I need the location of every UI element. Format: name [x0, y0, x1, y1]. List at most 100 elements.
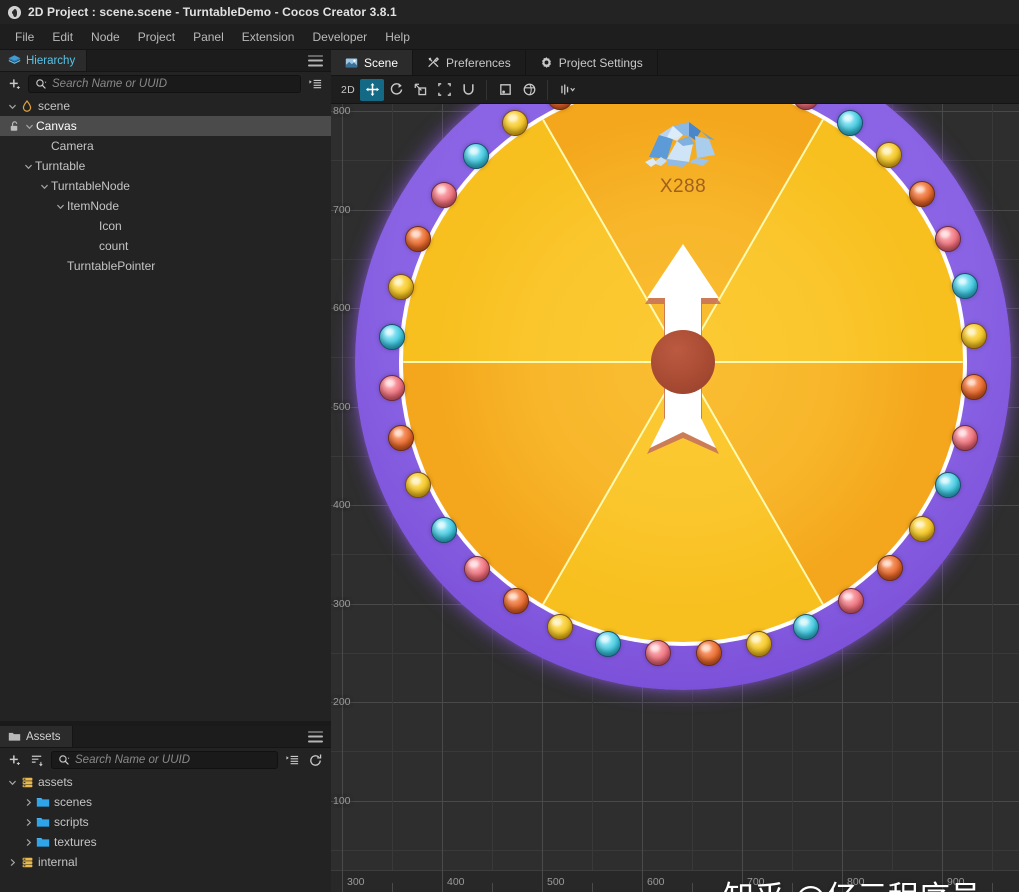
mode-2d-button[interactable]: 2D [336, 79, 360, 101]
chevron-right-icon[interactable] [6, 856, 19, 869]
tab-hierarchy[interactable]: Hierarchy [0, 50, 88, 71]
layers-icon [8, 54, 21, 67]
toolbar-divider [486, 79, 487, 100]
turntable-bulb [837, 588, 864, 615]
magnet-tool-button[interactable] [456, 79, 480, 101]
tree-item-assets[interactable]: assets [0, 772, 331, 792]
tree-item-itemnode[interactable]: ItemNode [0, 196, 331, 216]
tree-item-canvas[interactable]: Canvas [0, 116, 331, 136]
chevron-down-icon[interactable] [23, 120, 36, 133]
menu-item-project[interactable]: Project [129, 27, 184, 47]
menu-item-file[interactable]: File [6, 27, 43, 47]
scene-panel-column: Scene Preferences Project Settings 2D X2… [331, 50, 1019, 892]
tree-item-internal[interactable]: internal [0, 852, 331, 872]
search-icon [35, 78, 47, 90]
assets-search-input[interactable] [75, 754, 271, 766]
turntable-bulb [952, 424, 979, 451]
turntable-pointer[interactable] [623, 242, 743, 482]
chevron-down-icon[interactable] [22, 160, 35, 173]
turntable-bulb [793, 613, 820, 640]
tree-item-scene[interactable]: scene [0, 96, 331, 116]
menu-item-panel[interactable]: Panel [184, 27, 233, 47]
tree-filter-icon[interactable] [306, 75, 324, 93]
hierarchy-search-box[interactable] [28, 75, 301, 93]
tree-item-label: internal [38, 855, 78, 869]
toolbar-group-pivot [491, 79, 543, 101]
turntable-bulb [430, 181, 457, 208]
assets-search-box[interactable] [51, 751, 278, 769]
coord-button[interactable] [517, 79, 541, 101]
tree-item-turntablepointer[interactable]: TurntablePointer [0, 256, 331, 276]
folder-icon [35, 796, 51, 808]
tree-item-turntablenode[interactable]: TurntableNode [0, 176, 331, 196]
hamburger-icon[interactable] [308, 731, 323, 742]
tab-project-settings[interactable]: Project Settings [525, 50, 658, 75]
tab-assets[interactable]: Assets [0, 726, 73, 747]
sort-icon[interactable] [28, 751, 46, 769]
item-node[interactable]: X288 [637, 110, 729, 198]
tree-item-icon[interactable]: Icon [0, 216, 331, 236]
title-bar: 2D Project : scene.scene - TurntableDemo… [0, 0, 1019, 24]
rect-icon [437, 82, 452, 97]
chevron-right-icon[interactable] [22, 796, 35, 809]
turntable-bulb [594, 631, 621, 658]
pivot-button[interactable] [493, 79, 517, 101]
scale-tool-button[interactable] [408, 79, 432, 101]
folder-icon [35, 816, 51, 828]
chevron-right-icon[interactable] [22, 816, 35, 829]
tree-item-label: Turntable [35, 159, 86, 173]
turntable-bulb [695, 639, 722, 666]
layout-toggle-icon[interactable] [283, 751, 301, 769]
tree-item-turntable[interactable]: Turntable [0, 156, 331, 176]
tab-preferences[interactable]: Preferences [413, 50, 526, 75]
toolbar-divider [547, 79, 548, 100]
chevron-down-icon[interactable] [54, 200, 67, 213]
tree-item-count[interactable]: count [0, 236, 331, 256]
hierarchy-tree[interactable]: scene Canvas Camera Turntable TurntableNode I… [0, 96, 331, 721]
folder-icon [8, 730, 21, 743]
ruler-label-x: 400 [447, 876, 465, 888]
menu-item-help[interactable]: Help [376, 27, 419, 47]
tab-label: Scene [364, 55, 399, 70]
rect-tool-button[interactable] [432, 79, 456, 101]
turntable-bulb [379, 374, 406, 401]
turntable-bulb [644, 639, 671, 666]
add-asset-icon[interactable] [5, 751, 23, 769]
scene-toolbar: 2D [331, 76, 1019, 104]
tree-item-textures[interactable]: textures [0, 832, 331, 852]
hierarchy-search-input[interactable] [52, 78, 294, 90]
menu-item-node[interactable]: Node [82, 27, 129, 47]
tree-item-scripts[interactable]: scripts [0, 812, 331, 832]
tree-item-scenes[interactable]: scenes [0, 792, 331, 812]
add-node-icon[interactable] [5, 75, 23, 93]
chevron-down-icon[interactable] [6, 100, 19, 113]
gizmo-button[interactable] [554, 79, 582, 101]
assets-tab-strip: Assets [0, 726, 331, 748]
turntable-node[interactable]: X288 [355, 104, 1011, 690]
tree-item-camera[interactable]: Camera [0, 136, 331, 156]
cocos-logo-icon [8, 5, 21, 19]
chevron-right-icon[interactable] [22, 836, 35, 849]
tab-assets-label: Assets [26, 730, 61, 743]
menu-item-extension[interactable]: Extension [233, 27, 304, 47]
menu-item-edit[interactable]: Edit [43, 27, 82, 47]
scene-tab-strip: Scene Preferences Project Settings [331, 50, 1019, 76]
hamburger-icon[interactable] [308, 55, 323, 66]
chevron-down-icon[interactable] [38, 180, 51, 193]
turntable-bulb [960, 374, 987, 401]
menu-item-developer[interactable]: Developer [303, 27, 376, 47]
chevron-down-icon[interactable] [6, 776, 19, 789]
scene-viewport[interactable]: X288 800 700 600 500 400 300 200 100 300 400 500 6… [331, 104, 1019, 892]
scale-icon [413, 82, 428, 97]
move-tool-button[interactable] [360, 78, 384, 101]
turntable-bulb [387, 273, 414, 300]
tab-scene[interactable]: Scene [331, 50, 414, 75]
lock-icon[interactable] [6, 120, 22, 133]
assets-tree[interactable]: assets scenes scripts textures internal [0, 772, 331, 872]
turntable-bulb [502, 588, 529, 615]
hierarchy-tab-strip: Hierarchy [0, 50, 331, 72]
assets-search-row [0, 748, 331, 772]
refresh-icon[interactable] [306, 751, 324, 769]
turntable-bulb [837, 109, 864, 136]
rotate-tool-button[interactable] [384, 79, 408, 101]
